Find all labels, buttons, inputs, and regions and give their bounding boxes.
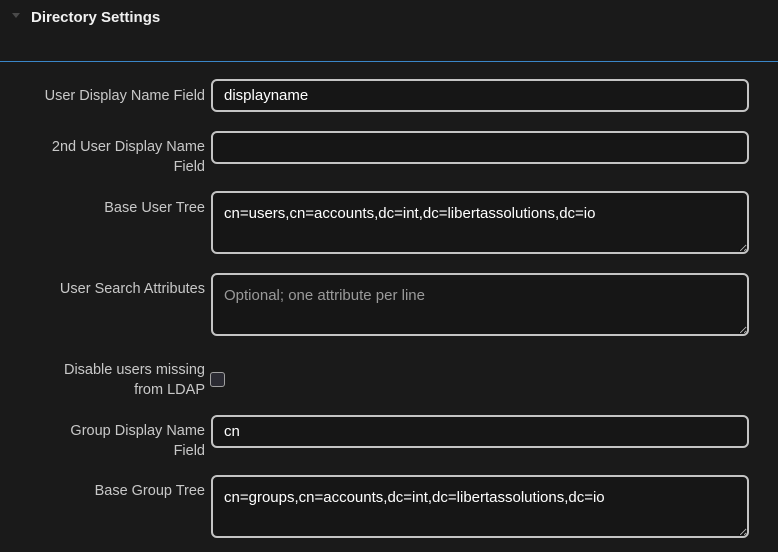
base-user-tree-textarea[interactable]: cn=users,cn=accounts,dc=int,dc=libertass… <box>211 191 749 254</box>
group-display-name-input[interactable] <box>211 415 749 448</box>
user-display-name-label: User Display Name Field <box>44 88 205 104</box>
user-display-name-input[interactable] <box>211 79 749 112</box>
label-line: 2nd User Display Name <box>51 139 205 155</box>
second-user-display-name-label: 2nd User Display Name Field <box>10 137 205 177</box>
disable-missing-users-label: Disable users missing from LDAP <box>10 360 205 400</box>
label-line: from LDAP <box>134 382 205 398</box>
group-display-name-label: Group Display Name Field <box>10 421 205 461</box>
user-search-attributes-textarea[interactable] <box>211 273 749 336</box>
user-search-attributes-label: User Search Attributes <box>59 281 205 297</box>
base-group-tree-label: Base Group Tree <box>94 483 205 499</box>
triangle-down-icon[interactable] <box>12 13 20 18</box>
label-line: Disable users missing <box>63 362 205 378</box>
label-line: Field <box>173 159 205 175</box>
base-user-tree-label: Base User Tree <box>104 200 205 216</box>
label-line: Group Display Name <box>70 423 205 439</box>
disable-missing-users-checkbox[interactable] <box>210 372 225 387</box>
base-group-tree-textarea[interactable]: cn=groups,cn=accounts,dc=int,dc=libertas… <box>211 475 749 538</box>
second-user-display-name-input[interactable] <box>211 131 749 164</box>
section-header[interactable]: Directory Settings <box>0 0 778 62</box>
section-title: Directory Settings <box>31 9 161 26</box>
label-line: Field <box>173 443 205 459</box>
